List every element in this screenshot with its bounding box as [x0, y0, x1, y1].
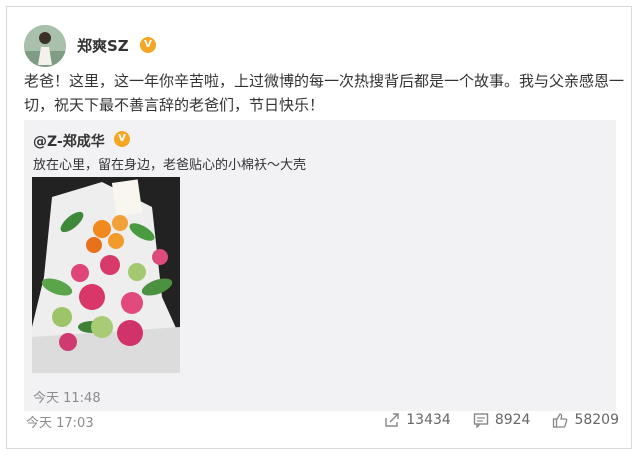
repost-box[interactable]: @Z-郑成华 放在心里，留在身边，老爸贴心的小棉袄～大壳 今天 11:48 — [24, 120, 616, 411]
share-icon — [384, 412, 400, 428]
verified-icon: V — [140, 37, 156, 53]
verified-icon: V — [114, 131, 130, 147]
weibo-post-card: 郑爽SZ V 老爸！这里，这一年你辛苦啦，上过微博的每一次热搜背后都是一个故事。… — [6, 6, 632, 449]
comment-count: 8924 — [494, 412, 531, 428]
action-bar: 13434 8924 58209 — [384, 412, 619, 428]
comment-button[interactable]: 8924 — [473, 412, 531, 428]
like-icon — [552, 412, 568, 428]
repost-text: 放在心里，留在身边，老爸贴心的小棉袄～大壳 — [33, 158, 307, 173]
share-button[interactable]: 13434 — [384, 412, 451, 428]
like-button[interactable]: 58209 — [552, 412, 619, 428]
comment-icon — [473, 412, 489, 428]
flower-bouquet-image[interactable] — [32, 177, 180, 373]
post-timestamp[interactable]: 今天 17:03 — [26, 412, 94, 431]
like-count: 58209 — [574, 412, 619, 428]
author-name[interactable]: 郑爽SZ — [77, 35, 129, 56]
repost-timestamp[interactable]: 今天 11:48 — [33, 387, 101, 406]
avatar[interactable] — [24, 25, 66, 67]
repost-author[interactable]: @Z-郑成华 — [33, 131, 105, 151]
share-count: 13434 — [406, 412, 451, 428]
post-text: 老爸！这里，这一年你辛苦啦，上过微博的每一次热搜背后都是一个故事。我与父亲感恩一… — [24, 72, 625, 114]
